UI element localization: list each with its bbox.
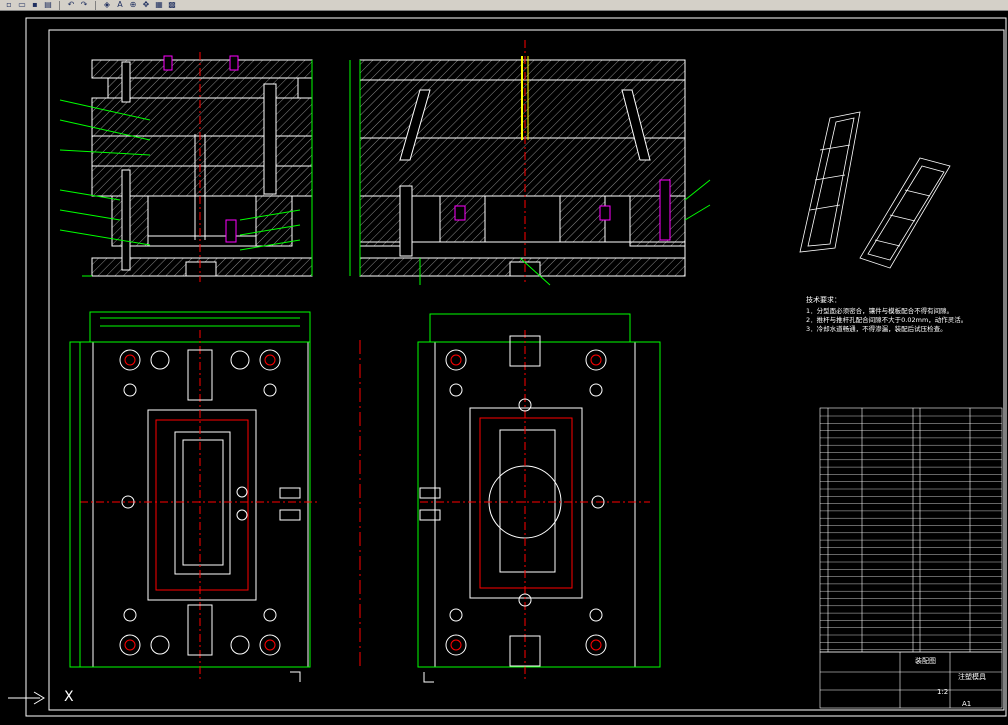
title-name: 装配图: [915, 657, 936, 665]
isometric-part-2: [859, 157, 951, 269]
zoom-icon[interactable]: ⊕: [128, 1, 138, 9]
grid-icon[interactable]: ▩: [167, 1, 177, 9]
ucs-axis-label: X: [64, 689, 74, 705]
undo-icon[interactable]: ↶: [66, 1, 76, 9]
plan-view-left: [69, 311, 320, 682]
toolbar: ▫ ▭ ▪ ▤ ↶ ↷ ◈ A ⊕ ✥ ▦ ▩: [0, 0, 1008, 11]
open-icon[interactable]: ▭: [17, 1, 27, 9]
title-part-name: 注塑模具: [958, 673, 986, 681]
layer-icon[interactable]: ◈: [102, 1, 112, 9]
toolbar-separator: [59, 0, 60, 10]
drawing-canvas[interactable]: [0, 12, 1008, 721]
tech-requirements: 技术要求： 1．分型面必须密合，镶件与模板配合不得有间隙。 2．推杆与推杆孔配合…: [806, 296, 1002, 334]
redo-icon[interactable]: ↷: [79, 1, 89, 9]
new-icon[interactable]: ▫: [4, 1, 14, 9]
section-mark: [290, 671, 301, 682]
text-icon[interactable]: A: [115, 1, 125, 9]
pan-icon[interactable]: ✥: [141, 1, 151, 9]
title-scale: 1:2: [937, 688, 949, 696]
tech-line: 2．推杆与推杆孔配合间隙不大于0.02mm，动作灵活。: [806, 316, 968, 324]
plan-view-right: [417, 313, 661, 683]
bill-of-materials: [819, 407, 1003, 653]
save-icon[interactable]: ▪: [30, 1, 40, 9]
isometric-part-1: [799, 111, 861, 253]
print-icon[interactable]: ▤: [43, 1, 53, 9]
properties-icon[interactable]: ▦: [154, 1, 164, 9]
toolbar-separator: [95, 0, 96, 10]
tech-heading: 技术要求：: [806, 296, 841, 304]
tech-line: 3．冷却水道畅通，不得渗漏，装配后试压检查。: [806, 325, 947, 333]
title-sheet: A1: [962, 700, 972, 708]
section-view-right: [349, 40, 711, 286]
cad-drawing: [8, 17, 1007, 717]
section-view-left: [59, 52, 313, 282]
tech-line: 1．分型面必须密合，镶件与模板配合不得有间隙。: [806, 307, 954, 315]
section-mark: [423, 672, 434, 683]
